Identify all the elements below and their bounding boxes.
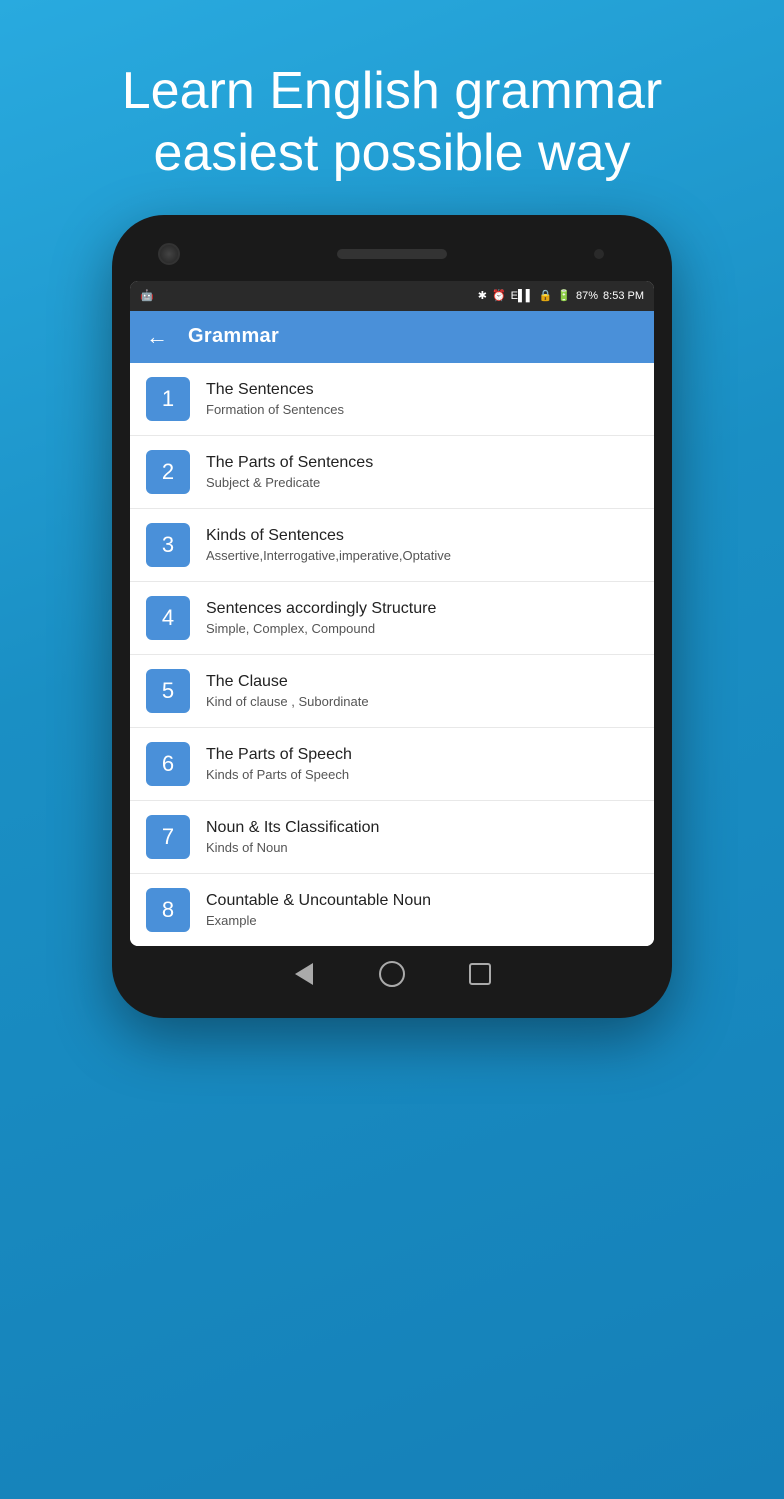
- nav-recents-button[interactable]: [466, 960, 494, 988]
- item-title-1: The Sentences: [206, 381, 344, 399]
- hero-line1: Learn English grammar: [122, 62, 662, 120]
- item-subtitle-4: Simple, Complex, Compound: [206, 621, 436, 636]
- item-title-4: Sentences accordingly Structure: [206, 600, 436, 618]
- item-subtitle-7: Kinds of Noun: [206, 840, 379, 855]
- earpiece-speaker: [337, 249, 447, 259]
- home-circle-icon: [379, 961, 405, 987]
- nav-back-button[interactable]: [290, 960, 318, 988]
- item-text-4: Sentences accordingly Structure Simple, …: [206, 600, 436, 636]
- item-title-6: The Parts of Speech: [206, 746, 352, 764]
- item-title-8: Countable & Uncountable Noun: [206, 892, 431, 910]
- hero-section: Learn English grammar easiest possible w…: [82, 0, 702, 215]
- signal-icon: E▌▌: [511, 290, 534, 302]
- bluetooth-icon: ✱: [478, 289, 487, 302]
- battery-percent: 87%: [576, 290, 598, 302]
- item-subtitle-1: Formation of Sentences: [206, 402, 344, 417]
- list-item[interactable]: 6 The Parts of Speech Kinds of Parts of …: [130, 728, 654, 801]
- list-item[interactable]: 8 Countable & Uncountable Noun Example: [130, 874, 654, 946]
- item-subtitle-2: Subject & Predicate: [206, 475, 373, 490]
- item-text-2: The Parts of Sentences Subject & Predica…: [206, 454, 373, 490]
- number-badge-5: 5: [146, 669, 190, 713]
- item-subtitle-6: Kinds of Parts of Speech: [206, 767, 352, 782]
- list-item[interactable]: 7 Noun & Its Classification Kinds of Nou…: [130, 801, 654, 874]
- phone-screen: 🤖 ✱ ⏰ E▌▌ 🔒 🔋 87% 8:53 PM ← Grammar 1 Th…: [130, 281, 654, 946]
- alarm-icon: ⏰: [492, 289, 506, 302]
- battery-icon: 🔋: [557, 289, 571, 302]
- front-sensor: [594, 249, 604, 259]
- item-subtitle-8: Example: [206, 913, 431, 928]
- hero-line2: easiest possible way: [154, 124, 631, 182]
- item-text-6: The Parts of Speech Kinds of Parts of Sp…: [206, 746, 352, 782]
- item-title-5: The Clause: [206, 673, 369, 691]
- item-title-7: Noun & Its Classification: [206, 819, 379, 837]
- item-subtitle-5: Kind of clause , Subordinate: [206, 694, 369, 709]
- list-item[interactable]: 5 The Clause Kind of clause , Subordinat…: [130, 655, 654, 728]
- android-status-icon: 🤖: [140, 289, 154, 302]
- number-badge-7: 7: [146, 815, 190, 859]
- number-badge-4: 4: [146, 596, 190, 640]
- item-text-8: Countable & Uncountable Noun Example: [206, 892, 431, 928]
- item-text-7: Noun & Its Classification Kinds of Noun: [206, 819, 379, 855]
- time-display: 8:53 PM: [603, 290, 644, 302]
- grammar-list: 1 The Sentences Formation of Sentences 2…: [130, 363, 654, 946]
- nav-home-button[interactable]: [378, 960, 406, 988]
- back-triangle-icon: [295, 963, 313, 985]
- front-camera: [158, 243, 180, 265]
- list-item[interactable]: 3 Kinds of Sentences Assertive,Interroga…: [130, 509, 654, 582]
- item-text-5: The Clause Kind of clause , Subordinate: [206, 673, 369, 709]
- phone-device: 🤖 ✱ ⏰ E▌▌ 🔒 🔋 87% 8:53 PM ← Grammar 1 Th…: [112, 215, 672, 1018]
- number-badge-8: 8: [146, 888, 190, 932]
- item-title-2: The Parts of Sentences: [206, 454, 373, 472]
- number-badge-6: 6: [146, 742, 190, 786]
- number-badge-2: 2: [146, 450, 190, 494]
- item-text-3: Kinds of Sentences Assertive,Interrogati…: [206, 527, 451, 563]
- app-toolbar: ← Grammar: [130, 311, 654, 363]
- item-title-3: Kinds of Sentences: [206, 527, 451, 545]
- list-item[interactable]: 2 The Parts of Sentences Subject & Predi…: [130, 436, 654, 509]
- app-title: Grammar: [188, 325, 279, 348]
- status-right: ✱ ⏰ E▌▌ 🔒 🔋 87% 8:53 PM: [478, 289, 644, 302]
- phone-nav-bar: [130, 960, 654, 988]
- status-bar: 🤖 ✱ ⏰ E▌▌ 🔒 🔋 87% 8:53 PM: [130, 281, 654, 311]
- number-badge-1: 1: [146, 377, 190, 421]
- number-badge-3: 3: [146, 523, 190, 567]
- list-item[interactable]: 1 The Sentences Formation of Sentences: [130, 363, 654, 436]
- item-subtitle-3: Assertive,Interrogative,imperative,Optat…: [206, 548, 451, 563]
- phone-top-bar: [130, 237, 654, 271]
- recents-square-icon: [469, 963, 491, 985]
- item-text-1: The Sentences Formation of Sentences: [206, 381, 344, 417]
- lock-icon: 🔒: [539, 289, 553, 302]
- status-left: 🤖: [140, 289, 154, 302]
- back-button[interactable]: ←: [146, 324, 168, 350]
- list-item[interactable]: 4 Sentences accordingly Structure Simple…: [130, 582, 654, 655]
